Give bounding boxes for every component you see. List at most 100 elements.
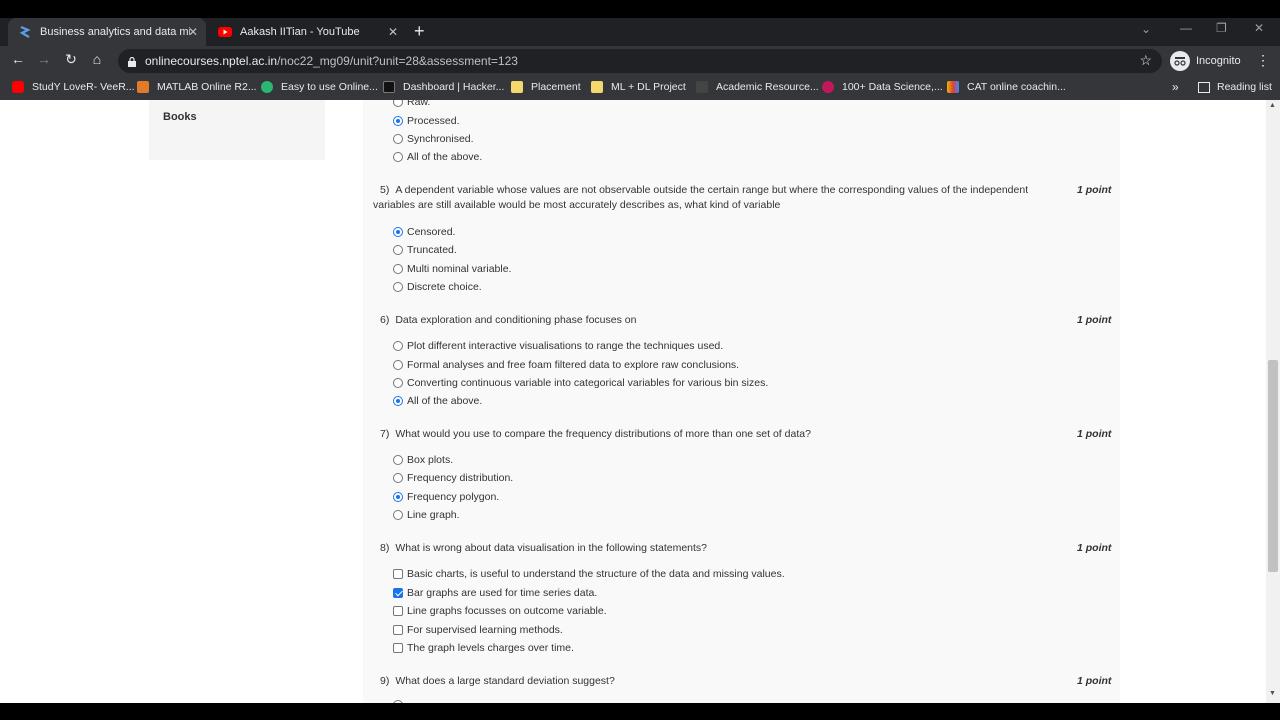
bookmarks-overflow-button[interactable]: »	[1172, 80, 1179, 94]
option-row[interactable]: Truncated.	[393, 243, 457, 257]
scroll-up-arrow-icon[interactable]: ▲	[1269, 102, 1276, 109]
radio-button[interactable]	[393, 245, 403, 255]
back-arrow-icon[interactable]: ←	[8, 51, 28, 67]
question-text: 5) A dependent variable whose values are …	[373, 184, 1029, 211]
radio-button[interactable]	[393, 227, 403, 237]
new-tab-button[interactable]: +	[414, 21, 425, 42]
question-number: 5)	[380, 184, 390, 196]
folder-icon	[511, 81, 523, 93]
close-tab-icon[interactable]: ✕	[388, 25, 398, 39]
option-row[interactable]: Frequency polygon.	[393, 490, 499, 504]
option-row[interactable]: Bar graphs are used for time series data…	[393, 586, 597, 600]
address-bar[interactable]: onlinecourses.nptel.ac.in/noc22_mg09/uni…	[118, 49, 1162, 73]
restore-icon[interactable]: ❐	[1216, 21, 1227, 35]
sidebar-item-books[interactable]: Books	[163, 111, 197, 123]
url-path: /noc22_mg09/unit?unit=28&assessment=123	[277, 54, 518, 68]
option-row[interactable]: Censored.	[393, 225, 455, 239]
bookmark-item[interactable]: Academic Resource...	[696, 81, 819, 93]
close-tab-icon[interactable]: ✕	[188, 25, 198, 39]
url-text[interactable]: onlinecourses.nptel.ac.in/noc22_mg09/uni…	[145, 54, 518, 68]
question-points: 1 point	[1077, 428, 1112, 440]
option-row[interactable]: Basic charts, is useful to understand th…	[393, 567, 785, 581]
checkbox[interactable]	[393, 643, 403, 653]
url-host: onlinecourses.nptel.ac.in	[145, 54, 278, 68]
bookmark-folder[interactable]: ML + DL Project	[591, 81, 686, 93]
option-row[interactable]: Converting continuous variable into cate…	[393, 376, 768, 390]
radio-button[interactable]	[393, 492, 403, 502]
close-window-icon[interactable]: ✕	[1254, 21, 1264, 35]
question-points: 1 point	[1077, 542, 1112, 554]
radio-button[interactable]	[393, 455, 403, 465]
reading-list-button[interactable]: Reading list	[1198, 81, 1272, 93]
bookmark-item[interactable]: Easy to use Online...	[261, 81, 378, 93]
incognito-indicator[interactable]: Incognito	[1170, 51, 1241, 71]
option-row[interactable]: Frequency distribution.	[393, 471, 513, 485]
page-scrollbar[interactable]: ▲ ▼	[1266, 100, 1280, 703]
question-number: 6)	[380, 314, 390, 326]
bookmark-star-icon[interactable]: ☆	[1139, 52, 1152, 69]
option-row[interactable]: Synchronised.	[393, 132, 474, 146]
option-row[interactable]: Plot different interactive visualisation…	[393, 339, 723, 353]
radio-button[interactable]	[393, 378, 403, 388]
home-icon[interactable]: ⌂	[87, 51, 107, 67]
tab-business-analytics[interactable]: Business analytics and data minin ✕	[8, 18, 206, 46]
radio-button[interactable]	[393, 116, 403, 126]
question-text: 9) What does a large standard deviation s…	[380, 675, 615, 687]
forward-arrow-icon[interactable]: →	[34, 51, 54, 67]
tab-youtube[interactable]: Aakash IITian - YouTube ✕	[208, 18, 406, 46]
radio-button[interactable]	[393, 341, 403, 351]
radio-button[interactable]	[393, 264, 403, 274]
option-row[interactable]: Line graph.	[393, 508, 460, 522]
option-row[interactable]: Raw.	[393, 100, 430, 109]
option-row[interactable]: Formal analyses and free foam filtered d…	[393, 358, 739, 372]
radio-button[interactable]	[393, 473, 403, 483]
bookmark-item[interactable]: StudY LoveR- VeeR...	[12, 81, 135, 93]
option-row[interactable]: For supervised learning methods.	[393, 623, 563, 637]
bookmark-folder[interactable]: Placement	[511, 81, 581, 93]
scroll-down-arrow-icon[interactable]: ▼	[1269, 690, 1276, 697]
checkbox[interactable]	[393, 588, 403, 598]
radio-button[interactable]	[393, 510, 403, 520]
scrollbar-thumb[interactable]	[1268, 360, 1278, 572]
question-number: 8)	[380, 542, 390, 554]
youtube-favicon-icon	[218, 25, 232, 39]
option-row[interactable]: All of the above.	[393, 394, 482, 408]
radio-button[interactable]	[393, 282, 403, 292]
option-row[interactable]: The graph levels charges over time.	[393, 641, 574, 655]
matlab-icon	[137, 81, 149, 93]
question-points: 1 point	[1077, 184, 1112, 196]
more-menu-icon[interactable]: ⋮	[1256, 52, 1270, 69]
incognito-label: Incognito	[1196, 55, 1241, 67]
reload-icon[interactable]: ↻	[61, 51, 81, 68]
radio-button[interactable]	[393, 360, 403, 370]
minimize-icon[interactable]: —	[1180, 21, 1192, 35]
checkbox[interactable]	[393, 569, 403, 579]
radio-button[interactable]	[393, 134, 403, 144]
incognito-icon	[1170, 51, 1190, 71]
bookmark-item[interactable]: MATLAB Online R2...	[137, 81, 257, 93]
bookmark-item[interactable]: 100+ Data Science,...	[822, 81, 943, 93]
checkbox[interactable]	[393, 606, 403, 616]
academic-icon	[696, 81, 708, 93]
radio-button[interactable]	[393, 396, 403, 406]
option-row[interactable]: Box plots.	[393, 453, 453, 467]
question-number: 7)	[380, 428, 390, 440]
question-points: 1 point	[1077, 675, 1112, 687]
lock-icon	[128, 54, 136, 67]
radio-button[interactable]	[393, 152, 403, 162]
option-row[interactable]: Line graphs focusses on outcome variable…	[393, 604, 607, 618]
course-sidebar: Books	[149, 100, 325, 160]
option-row[interactable]: Processed.	[393, 114, 460, 128]
tab-title: Business analytics and data minin	[40, 26, 190, 38]
option-row[interactable]: All of the above.	[393, 150, 482, 164]
tab-search-icon[interactable]: ⌄	[1141, 22, 1151, 36]
option-row[interactable]: Multi nominal variable.	[393, 262, 511, 276]
radio-button[interactable]	[393, 100, 403, 107]
reading-list-icon	[1198, 81, 1210, 93]
bookmark-item[interactable]: CAT online coachin...	[947, 81, 1066, 93]
option-row[interactable]: Discrete choice.	[393, 280, 482, 294]
checkbox[interactable]	[393, 625, 403, 635]
tab-strip: Business analytics and data minin ✕ Aaka…	[0, 18, 1280, 46]
bookmark-item[interactable]: Dashboard | Hacker...	[383, 81, 504, 93]
screen-top-border	[0, 0, 1280, 18]
